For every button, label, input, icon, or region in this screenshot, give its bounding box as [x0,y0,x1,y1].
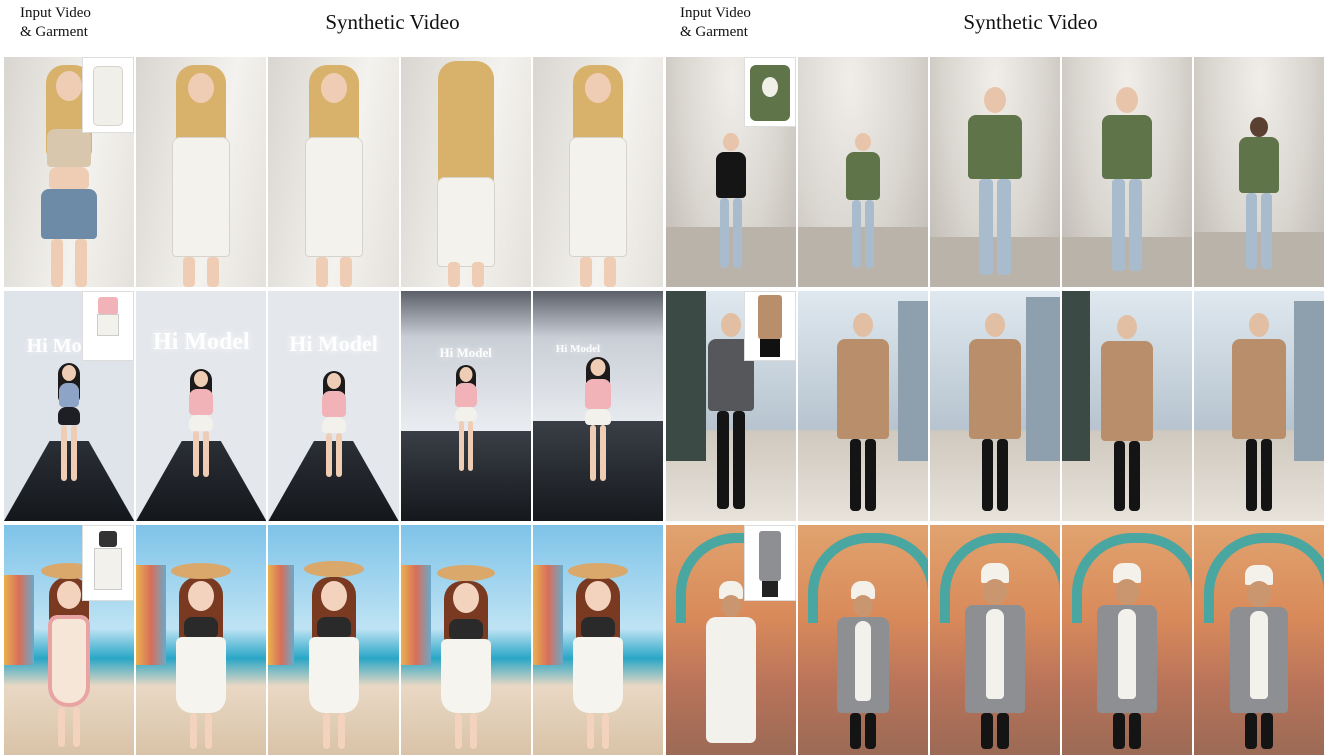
synthetic-frame [134,57,267,287]
synthetic-frame: Hi Model [134,291,267,521]
synthetic-frame [928,291,1060,521]
synthetic-frame [398,525,531,755]
garment-inset [744,291,796,361]
hi-model-sign: Hi Model [289,331,378,356]
synthetic-frame [1192,57,1324,287]
garment-inset [82,291,135,361]
left-input-label-line1: Input Video [20,5,91,21]
synthetic-frame [530,57,664,287]
garment-inset [82,525,135,601]
synthetic-frame [398,57,531,287]
garment-inset [744,57,796,127]
synthetic-frame [266,57,399,287]
input-frame [666,291,796,521]
synthetic-frame [796,291,928,521]
right-synthetic-title: Synthetic Video [963,10,1098,34]
left-synthetic-title: Synthetic Video [325,10,460,34]
row-studio-romper [4,57,664,287]
garment-inset [82,57,135,133]
hi-model-sign: Hi Model [152,329,250,355]
synthetic-frame: Hi Model [530,291,664,521]
hi-model-sign: Hi Model [439,345,492,360]
row-city-camel-coat [666,291,1324,521]
synthetic-frame [1192,291,1324,521]
synthetic-frame [1060,291,1192,521]
left-input-label-line2: & Garment [20,24,88,40]
input-frame [4,525,135,755]
right-input-label-line1: Input Video [680,5,751,21]
synthetic-frame [1192,525,1324,755]
row-hallway-pink-tee: Hi Mo Hi Model Hi Model Hi Model Hi Mode… [4,291,664,521]
right-panel [666,57,1324,755]
row-cartoon-market-grey-coat [666,525,1324,755]
input-frame [666,57,796,287]
input-frame [4,57,135,287]
input-frame: Hi Mo [4,291,135,521]
synthetic-frame [1060,525,1192,755]
synthetic-frame [134,525,267,755]
synthetic-frame [1060,57,1192,287]
right-input-label: Input Video & Garment [680,4,751,42]
left-input-label: Input Video & Garment [20,4,91,42]
garment-inset [744,525,796,601]
synthetic-frame [530,525,664,755]
synthetic-frame [796,525,928,755]
input-frame [666,525,796,755]
hi-model-sign: Hi Model [555,343,601,355]
left-panel: Hi Mo Hi Model Hi Model Hi Model Hi Mode… [4,57,664,755]
synthetic-frame: Hi Model [398,291,531,521]
row-arch-room-sweater [666,57,1324,287]
synthetic-frame [266,525,399,755]
synthetic-frame [928,525,1060,755]
right-input-label-line2: & Garment [680,24,748,40]
row-cartoon-beach [4,525,664,755]
synthetic-frame [796,57,928,287]
synthetic-frame [928,57,1060,287]
synthetic-frame: Hi Model [266,291,399,521]
